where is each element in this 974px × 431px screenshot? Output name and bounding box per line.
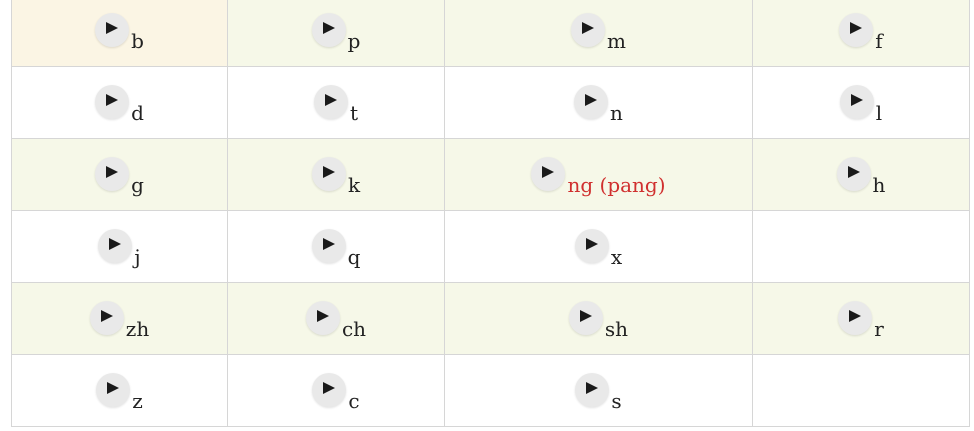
initial-label: zh <box>125 316 150 341</box>
initial-label: r <box>874 316 884 341</box>
initial-label-highlighted: ng (pang) <box>567 172 666 197</box>
initial-label: f <box>875 28 883 53</box>
initial-label: p <box>347 28 361 53</box>
initial-label: z <box>132 388 143 413</box>
table-cell: n <box>444 66 753 139</box>
table-cell: x <box>444 210 753 283</box>
table-row: b p m f <box>11 0 970 67</box>
play-icon[interactable] <box>311 12 346 47</box>
pinyin-initials-table: b p m f d t n l g k ng (pang) h j q x zh… <box>11 0 970 427</box>
initial-label: x <box>610 244 623 269</box>
table-cell: z <box>11 354 228 427</box>
table-cell: t <box>227 66 445 139</box>
initial-label: h <box>872 172 886 197</box>
play-icon[interactable] <box>95 12 130 47</box>
initial-label: s <box>611 388 622 413</box>
play-icon[interactable] <box>568 300 603 335</box>
table-cell: k <box>227 138 445 211</box>
play-icon[interactable] <box>574 84 609 119</box>
initial-label: q <box>347 244 361 269</box>
play-icon[interactable] <box>571 12 606 47</box>
table-row: j q x <box>11 210 970 283</box>
table-cell: h <box>752 138 970 211</box>
play-icon[interactable] <box>312 372 347 407</box>
table-cell: f <box>752 0 970 67</box>
play-icon[interactable] <box>836 156 871 191</box>
pinyin-page: b p m f d t n l g k ng (pang) h j q x zh… <box>0 0 974 431</box>
table-row: zh ch sh r <box>11 282 970 355</box>
play-icon[interactable] <box>531 156 566 191</box>
play-icon[interactable] <box>574 228 609 263</box>
play-icon[interactable] <box>89 300 124 335</box>
table-cell: c <box>227 354 445 427</box>
play-icon[interactable] <box>311 228 346 263</box>
initial-label: b <box>131 28 144 53</box>
table-cell: m <box>444 0 753 67</box>
initial-label: d <box>131 100 144 125</box>
play-icon[interactable] <box>95 84 130 119</box>
table-row: d t n l <box>11 66 970 139</box>
empty-cell <box>752 210 970 283</box>
play-icon[interactable] <box>839 84 874 119</box>
play-icon[interactable] <box>305 300 340 335</box>
initial-label: k <box>347 172 361 197</box>
table-cell: g <box>11 138 228 211</box>
play-icon[interactable] <box>313 84 348 119</box>
play-icon[interactable] <box>96 372 131 407</box>
table-cell: q <box>227 210 445 283</box>
table-row: z c s <box>11 354 970 427</box>
play-icon[interactable] <box>98 228 133 263</box>
table-cell: ng (pang) <box>444 138 753 211</box>
empty-cell <box>752 354 970 427</box>
play-icon[interactable] <box>839 12 874 47</box>
table-cell: p <box>227 0 445 67</box>
play-icon[interactable] <box>95 156 130 191</box>
initial-label: t <box>349 100 359 125</box>
table-cell: ch <box>227 282 445 355</box>
table-cell: j <box>11 210 228 283</box>
initial-label: g <box>131 172 144 197</box>
table-cell: sh <box>444 282 753 355</box>
initial-label: sh <box>604 316 629 341</box>
play-icon[interactable] <box>575 372 610 407</box>
play-icon[interactable] <box>838 300 873 335</box>
table-cell: s <box>444 354 753 427</box>
initial-label: c <box>348 388 360 413</box>
table-cell: d <box>11 66 228 139</box>
initial-label: j <box>134 244 141 269</box>
initial-label: l <box>875 100 883 125</box>
table-cell: r <box>752 282 970 355</box>
play-icon[interactable] <box>311 156 346 191</box>
initial-label: m <box>607 28 626 53</box>
table-cell: l <box>752 66 970 139</box>
table-cell: zh <box>11 282 228 355</box>
initial-label: ch <box>341 316 367 341</box>
table-row: g k ng (pang) h <box>11 138 970 211</box>
initial-label: n <box>610 100 623 125</box>
table-cell: b <box>11 0 228 67</box>
